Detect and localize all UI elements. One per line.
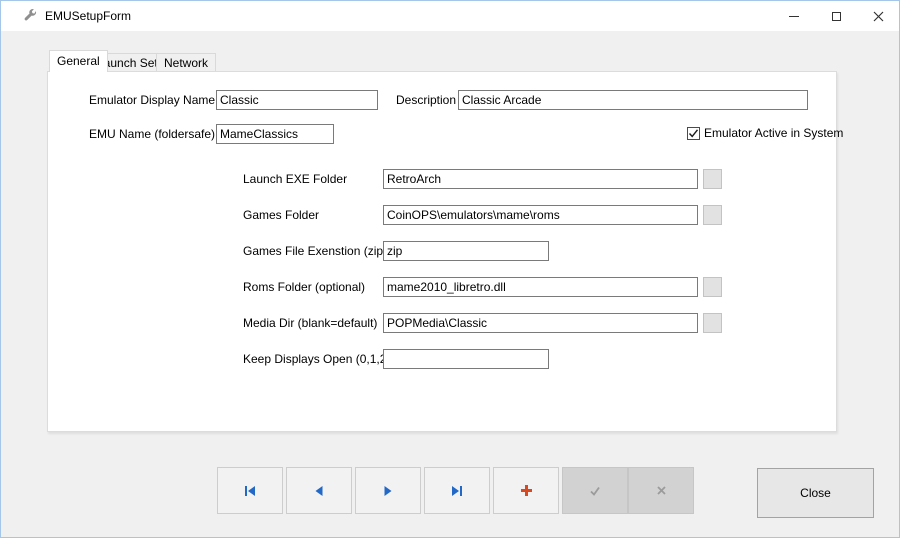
emulator-display-name-label: Emulator Display Name	[89, 94, 215, 107]
check-icon	[588, 485, 602, 497]
x-icon	[656, 485, 667, 496]
next-record-icon	[381, 485, 395, 497]
launch-exe-folder-input[interactable]	[383, 169, 698, 189]
roms-folder-browse-button[interactable]	[703, 277, 722, 297]
media-dir-input[interactable]	[383, 313, 698, 333]
games-file-extension-input[interactable]	[383, 241, 549, 261]
media-dir-browse-button[interactable]	[703, 313, 722, 333]
emu-name-input[interactable]	[216, 124, 334, 144]
tab-general[interactable]: General	[49, 50, 108, 72]
emulator-display-name-input[interactable]	[216, 90, 378, 110]
media-dir-label: Media Dir (blank=default)	[243, 317, 377, 330]
plus-icon	[520, 484, 533, 497]
keep-displays-open-input[interactable]	[383, 349, 549, 369]
launch-exe-folder-browse-button[interactable]	[703, 169, 722, 189]
description-input[interactable]	[458, 90, 808, 110]
emu-name-label: EMU Name (foldersafe)	[89, 128, 215, 141]
move-last-button[interactable]	[424, 467, 490, 514]
emulator-active-checkbox-row[interactable]: Emulator Active in System	[687, 126, 843, 140]
cancel-record-button	[628, 467, 694, 514]
add-record-button[interactable]	[493, 467, 559, 514]
emu-setup-form-window: EMUSetupForm General Launch Setup Networ…	[0, 0, 900, 538]
previous-record-icon	[312, 485, 326, 497]
description-label: Description	[396, 94, 456, 107]
titlebar[interactable]: EMUSetupForm	[1, 1, 899, 31]
maximize-button[interactable]	[815, 1, 857, 31]
move-next-button[interactable]	[355, 467, 421, 514]
window-title: EMUSetupForm	[45, 9, 131, 23]
games-folder-browse-button[interactable]	[703, 205, 722, 225]
checkbox-checked-icon[interactable]	[687, 127, 700, 140]
launch-exe-folder-label: Launch EXE Folder	[243, 173, 347, 186]
maximize-icon	[832, 12, 841, 21]
move-previous-button[interactable]	[286, 467, 352, 514]
games-folder-label: Games Folder	[243, 209, 319, 222]
save-record-button	[562, 467, 628, 514]
roms-folder-label: Roms Folder (optional)	[243, 281, 365, 294]
minimize-icon	[789, 16, 799, 17]
close-icon	[873, 11, 884, 22]
minimize-button[interactable]	[773, 1, 815, 31]
wrench-icon	[22, 8, 38, 24]
last-record-icon	[450, 485, 464, 497]
keep-displays-open-label: Keep Displays Open (0,1,2)	[243, 353, 390, 366]
close-window-button[interactable]	[857, 1, 899, 31]
close-button[interactable]: Close	[757, 468, 874, 518]
tab-network[interactable]: Network	[156, 53, 216, 72]
games-folder-input[interactable]	[383, 205, 698, 225]
first-record-icon	[243, 485, 257, 497]
emulator-active-label: Emulator Active in System	[704, 126, 843, 140]
move-first-button[interactable]	[217, 467, 283, 514]
roms-folder-input[interactable]	[383, 277, 698, 297]
